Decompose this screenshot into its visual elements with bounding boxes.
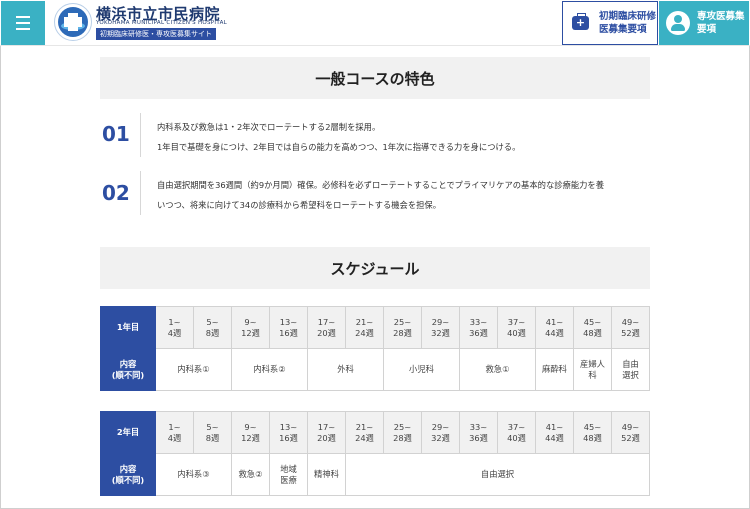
- initial-resident-recruit-button[interactable]: 初期臨床研修 医募集要項: [562, 1, 658, 45]
- week-range-cell: 45~ 48週: [573, 306, 612, 349]
- rotation-cell: 内科系③: [155, 453, 232, 496]
- year-label: 1年目: [100, 306, 156, 349]
- week-range-cell: 21~ 24週: [345, 411, 384, 454]
- content-label: 内容 (順不同): [100, 453, 156, 496]
- rotation-cell: 自由選択: [345, 453, 650, 496]
- hamburger-icon: [16, 16, 30, 18]
- doctor-icon: [666, 11, 690, 35]
- schedule-heading: スケジュール: [100, 247, 650, 289]
- feature-text: 自由選択期間を36週間（約9か月間）確保。必修科を必ずローテートすることでプライ…: [157, 180, 605, 210]
- menu-button[interactable]: [1, 1, 45, 45]
- logo-badge: 初期臨床研修医・専攻医募集サイト: [96, 28, 216, 40]
- schedule-table-year2: 2年目 1~ 4週 5~ 8週 9~ 12週 13~ 16週 17~ 20週 21~ 24週 25~ 28…: [100, 411, 650, 496]
- hospital-logo-emblem[interactable]: [54, 3, 92, 41]
- week-range-cell: 13~ 16週: [269, 411, 308, 454]
- feature-number: 01: [102, 122, 130, 146]
- week-range-cell: 25~ 28週: [383, 306, 422, 349]
- rotation-cell: 自由 選択: [611, 348, 650, 391]
- divider: [140, 171, 141, 215]
- rotation-cell: 外科: [307, 348, 384, 391]
- week-range-cell: 17~ 20週: [307, 411, 346, 454]
- medical-bag-icon: [572, 13, 589, 30]
- week-range-cell: 37~ 40週: [497, 306, 536, 349]
- week-range-cell: 37~ 40週: [497, 411, 536, 454]
- rotation-cell: 精神科: [307, 453, 346, 496]
- week-range-cell: 21~ 24週: [345, 306, 384, 349]
- week-range-cell: 29~ 32週: [421, 306, 460, 349]
- rotation-cell: 麻酔科: [535, 348, 574, 391]
- week-range-cell: 49~ 52週: [611, 306, 650, 349]
- week-range-cell: 29~ 32週: [421, 411, 460, 454]
- rotation-cell: 小児科: [383, 348, 460, 391]
- week-range-cell: 9~ 12週: [231, 411, 270, 454]
- feature-text: 内科系及び救急は1・2年次でローテートする2層制を採用。 1年目で基礎を身につけ…: [157, 122, 521, 152]
- rotation-cell: 内科系①: [155, 348, 232, 391]
- rotation-cell: 内科系②: [231, 348, 308, 391]
- content-label: 内容 (順不同): [100, 348, 156, 391]
- site-header: 横浜市立市民病院 YOKOHAMA MUNICIPAL CITIZEN'S HO…: [0, 0, 750, 46]
- week-range-cell: 13~ 16週: [269, 306, 308, 349]
- week-range-cell: 5~ 8週: [193, 306, 232, 349]
- week-range-cell: 45~ 48週: [573, 411, 612, 454]
- rotation-cell: 救急②: [231, 453, 270, 496]
- week-range-cell: 33~ 36週: [459, 306, 498, 349]
- week-range-cell: 1~ 4週: [155, 411, 194, 454]
- week-range-cell: 17~ 20週: [307, 306, 346, 349]
- week-range-cell: 9~ 12週: [231, 306, 270, 349]
- rotation-cell: 産婦人 科: [573, 348, 612, 391]
- feature-number: 02: [102, 181, 130, 205]
- week-range-cell: 5~ 8週: [193, 411, 232, 454]
- week-range-cell: 41~ 44週: [535, 306, 574, 349]
- week-range-cell: 1~ 4週: [155, 306, 194, 349]
- rotation-cell: 地域 医療: [269, 453, 308, 496]
- rotation-cell: 救急①: [459, 348, 536, 391]
- week-range-cell: 49~ 52週: [611, 411, 650, 454]
- logo-subtitle: YOKOHAMA MUNICIPAL CITIZEN'S HOSPITAL: [96, 20, 227, 26]
- divider: [140, 113, 141, 157]
- week-range-cell: 41~ 44週: [535, 411, 574, 454]
- schedule-table-year1: 1年目 1~ 4週 5~ 8週 9~ 12週 13~ 16週 17~ 20週 21~ 24週 25~ 28…: [100, 306, 650, 391]
- year-label: 2年目: [100, 411, 156, 454]
- features-heading: 一般コースの特色: [100, 57, 650, 99]
- week-range-cell: 25~ 28週: [383, 411, 422, 454]
- week-range-cell: 33~ 36週: [459, 411, 498, 454]
- senior-resident-recruit-button[interactable]: 専攻医募集 要項: [659, 1, 749, 45]
